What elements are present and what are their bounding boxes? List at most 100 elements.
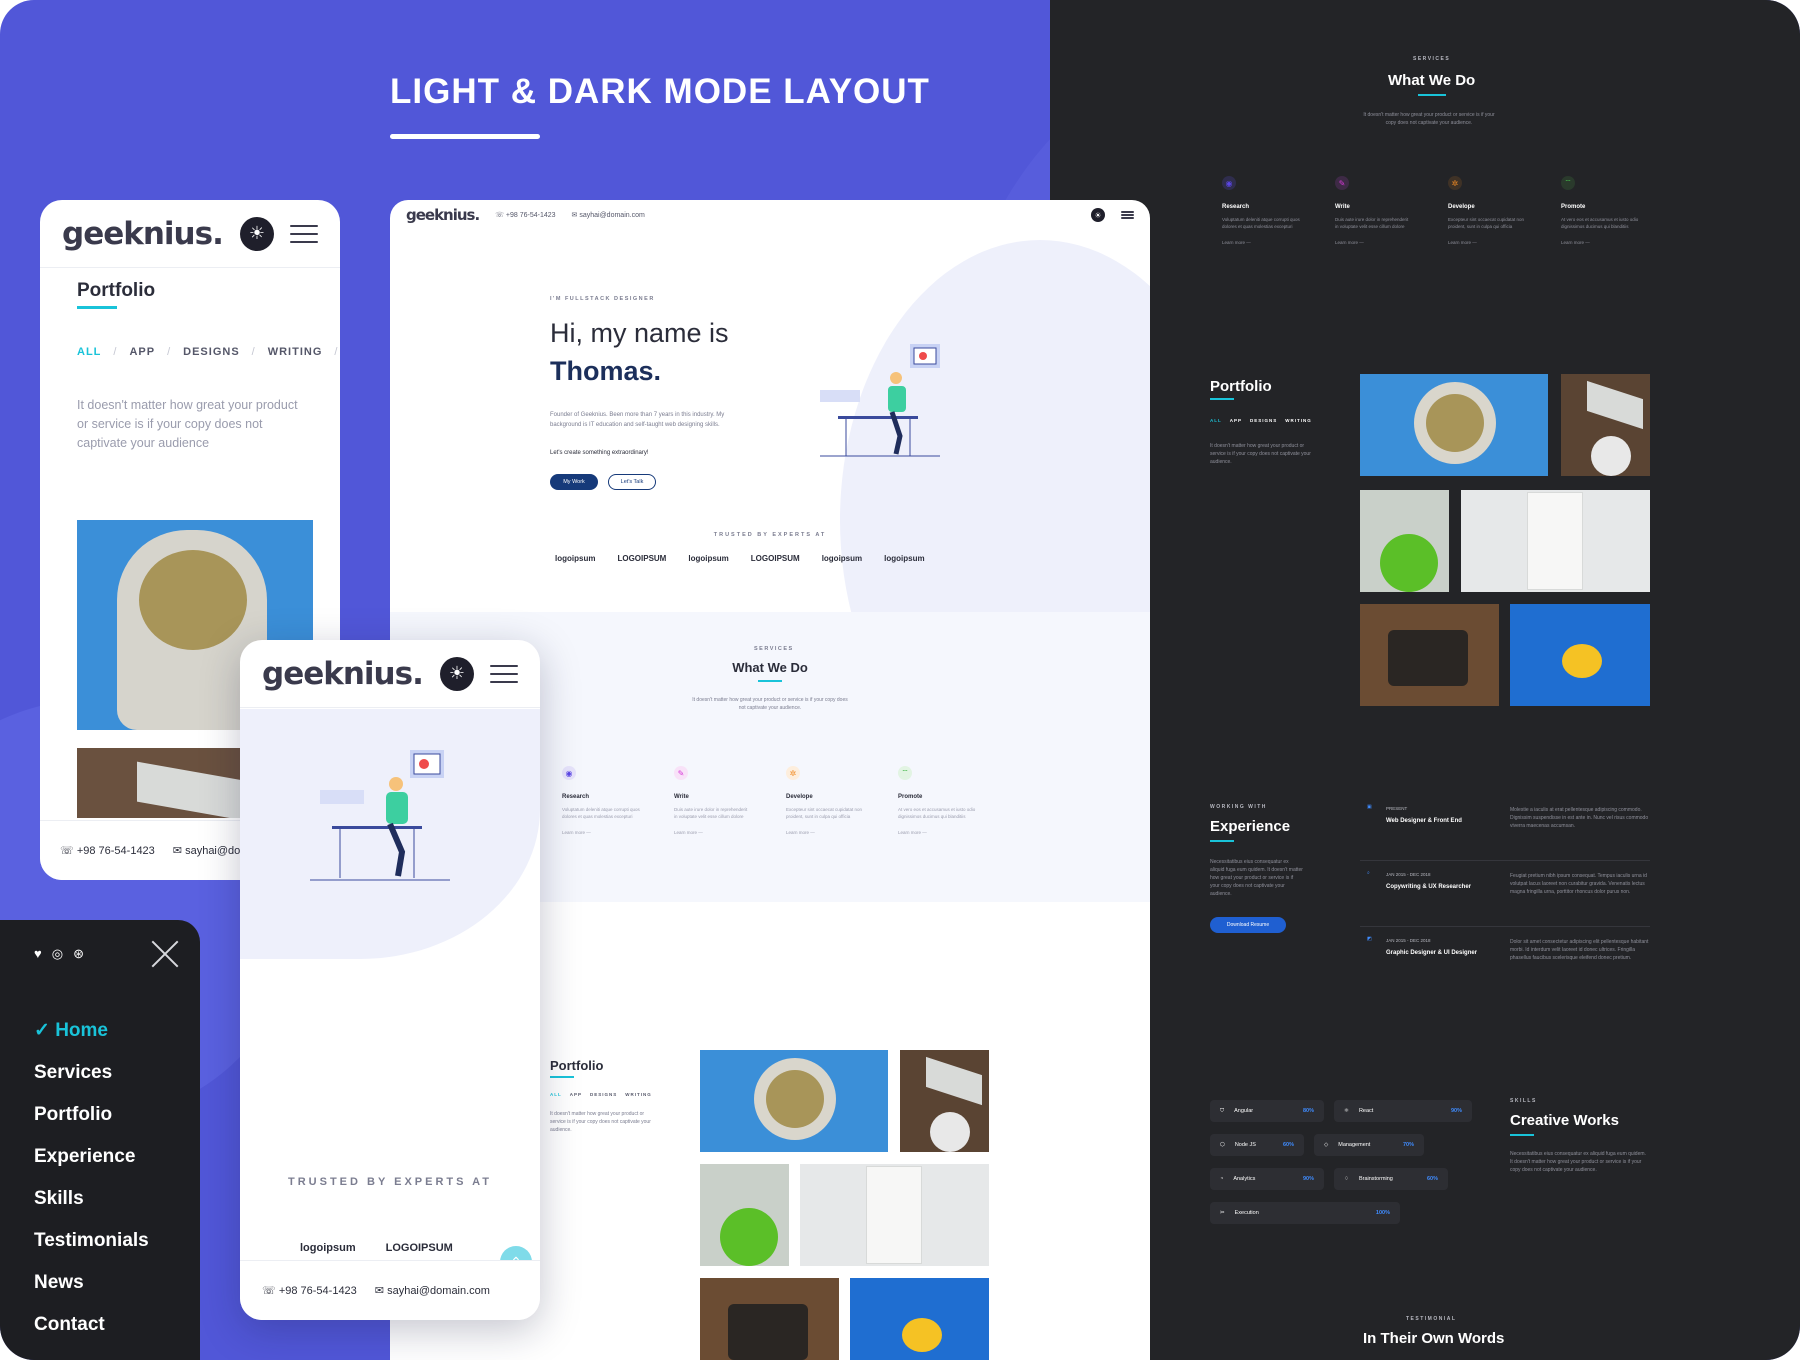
boxed-water-photo[interactable]: [800, 1164, 989, 1266]
dark-service-card[interactable]: ✎ Write Duis aute irure dolor in reprehe…: [1335, 176, 1413, 245]
filter-all[interactable]: ALL: [77, 346, 101, 358]
filter-writing[interactable]: WRITING: [625, 1092, 652, 1097]
job-role: Web Designer & Front End: [1386, 818, 1462, 824]
client-logos: logoipsum LOGOIPSUM logoipsum LOGOIPSUM …: [555, 554, 925, 563]
filter-app[interactable]: APP: [1230, 418, 1242, 423]
hamburger-menu-icon[interactable]: [290, 224, 318, 243]
nav-item-portfolio[interactable]: Portfolio: [34, 1094, 149, 1136]
lets-talk-button[interactable]: Let's Talk: [608, 474, 656, 490]
service-name: Develope: [1448, 204, 1475, 210]
learn-more-link[interactable]: Learn more —: [786, 830, 864, 835]
theme-toggle-icon[interactable]: ☀: [1091, 208, 1105, 222]
brand-logo[interactable]: geeknius.: [262, 656, 424, 692]
service-card[interactable]: ✲ Develope Excepteur sint occaecat cupid…: [786, 766, 864, 835]
learn-more-link[interactable]: Learn more —: [1335, 240, 1413, 245]
dribbble-icon[interactable]: ⊛: [73, 946, 84, 962]
dark-services-title: What We Do: [1388, 72, 1476, 89]
client-logo: LOGOIPSUM: [385, 1242, 453, 1254]
typewriter-photo[interactable]: [700, 1278, 839, 1360]
portfolio-desc: It doesn't matter how great your product…: [77, 398, 298, 450]
client-logo: logoipsum: [884, 554, 925, 563]
experience-desc: Necessitatibus eius consequatur ex aliqu…: [1210, 859, 1303, 897]
email-contact[interactable]: ✉ sayhai@domain.com: [572, 211, 645, 219]
paint-bucket-photo[interactable]: [700, 1164, 789, 1266]
theme-toggle-icon[interactable]: ☀: [240, 216, 274, 251]
phone-contact[interactable]: ☏ +98 76-54-1423: [262, 1284, 357, 1297]
gear-icon: ✲: [786, 766, 800, 780]
client-logo: logoipsum: [821, 554, 863, 563]
laptop-photo[interactable]: [900, 1050, 989, 1152]
hero-name: Thomas.: [550, 356, 662, 386]
filter-all[interactable]: ALL: [550, 1092, 562, 1097]
nav-item-skills[interactable]: Skills: [34, 1178, 149, 1220]
boxed-water-photo[interactable]: [1461, 490, 1650, 592]
lemon-photo[interactable]: [1510, 604, 1650, 706]
nav-item-experience[interactable]: Experience: [34, 1136, 149, 1178]
hamburger-menu-icon[interactable]: [490, 664, 518, 683]
hero-greeting: Hi, my name is: [550, 318, 729, 348]
hero-bio: Founder of Geeknius. Been more than 7 ye…: [550, 412, 725, 428]
brand-logo[interactable]: geeknius.: [406, 206, 480, 224]
filter-writing[interactable]: WRITING: [268, 346, 323, 358]
learn-more-link[interactable]: Learn more —: [1561, 240, 1639, 245]
service-card[interactable]: ✎ Write Duis aute irure dolor in reprehe…: [674, 766, 752, 835]
email-address: sayhai@domain.com: [387, 1285, 490, 1297]
filter-all[interactable]: ALL: [1210, 418, 1222, 423]
nav-item-news[interactable]: News: [34, 1262, 149, 1304]
service-desc: Excepteur sint occaecat cupidatat non pr…: [786, 807, 863, 819]
learn-more-link[interactable]: Learn more —: [562, 830, 640, 835]
skill-name: React: [1358, 1108, 1374, 1114]
dark-service-card[interactable]: ⌔ Promote At vero eos et accusamus et iu…: [1561, 176, 1639, 245]
filter-designs[interactable]: DESIGNS: [590, 1092, 617, 1097]
portfolio-filters: ALL / APP / DESIGNS / WRITING /: [77, 346, 339, 358]
skills-underline: [1510, 1134, 1534, 1136]
experience-kicker: WORKING WITH: [1210, 804, 1267, 810]
lemon-photo[interactable]: [850, 1278, 989, 1360]
service-card[interactable]: ⌔ Promote At vero eos et accusamus et iu…: [898, 766, 976, 835]
download-resume-button[interactable]: Download Resume: [1210, 917, 1286, 933]
email-contact[interactable]: ✉ sayhai@domain.com: [375, 1284, 490, 1297]
astronaut-photo[interactable]: [700, 1050, 888, 1152]
learn-more-link[interactable]: Learn more —: [674, 830, 752, 835]
research-icon: ◉: [562, 766, 576, 780]
trusted-by-heading: TRUSTED BY EXPERTS AT: [288, 1176, 492, 1188]
mobile-footer-contact: ☏ +98 76-54-1423 ✉ sayhai@domain.com: [240, 1260, 540, 1320]
job-role: Copywriting & UX Researcher: [1386, 884, 1472, 890]
phone-number: +98 76-54-1423: [278, 1285, 357, 1297]
filter-app[interactable]: APP: [570, 1092, 582, 1097]
paint-bucket-photo[interactable]: [1360, 490, 1449, 592]
typewriter-photo[interactable]: [1360, 604, 1499, 706]
filter-designs[interactable]: DESIGNS: [183, 346, 240, 358]
job-role: Graphic Designer & UI Designer: [1386, 950, 1478, 956]
laptop-photo[interactable]: [1561, 374, 1650, 476]
my-work-button[interactable]: My Work: [550, 474, 598, 490]
phone-contact[interactable]: ☏ +98 76-54-1423: [60, 844, 155, 857]
service-card[interactable]: ◉ Research Voluptatum deleniti atque cor…: [562, 766, 640, 835]
portfolio-underline: [77, 306, 117, 309]
filter-writing[interactable]: WRITING: [1285, 418, 1312, 423]
skill-bar: ♢ Brainstorming 60%: [1334, 1168, 1448, 1190]
brand-logo[interactable]: geeknius.: [62, 216, 224, 252]
instagram-icon[interactable]: ◎: [52, 946, 63, 962]
mobile-header: geeknius. ☀: [40, 200, 340, 268]
pen-icon: ✎: [1335, 176, 1349, 190]
close-icon[interactable]: [150, 938, 180, 968]
dark-service-card[interactable]: ◉ Research Voluptatum deleniti atque cor…: [1222, 176, 1300, 245]
nav-item-services[interactable]: Services: [34, 1052, 149, 1094]
learn-more-link[interactable]: Learn more —: [898, 830, 976, 835]
learn-more-link[interactable]: Learn more —: [1448, 240, 1526, 245]
service-desc: Duis aute irure dolor in reprehenderit i…: [674, 807, 748, 819]
phone-contact[interactable]: ☏ +98 76-54-1423: [495, 211, 555, 219]
nav-item-contact[interactable]: Contact: [34, 1304, 149, 1346]
nav-item-testimonials[interactable]: Testimonials: [34, 1220, 149, 1262]
theme-toggle-icon[interactable]: ☀: [440, 656, 474, 691]
astronaut-photo[interactable]: [1360, 374, 1548, 476]
learn-more-link[interactable]: Learn more —: [1222, 240, 1300, 245]
filter-designs[interactable]: DESIGNS: [1250, 418, 1277, 423]
twitter-icon[interactable]: ♥: [34, 946, 42, 962]
filter-app[interactable]: APP: [129, 346, 155, 358]
divider: [1360, 926, 1650, 927]
nav-item-home[interactable]: ✓ Home: [34, 1010, 149, 1052]
hamburger-menu-icon[interactable]: [1121, 211, 1134, 219]
dark-service-card[interactable]: ✲ Develope Excepteur sint occaecat cupid…: [1448, 176, 1526, 245]
